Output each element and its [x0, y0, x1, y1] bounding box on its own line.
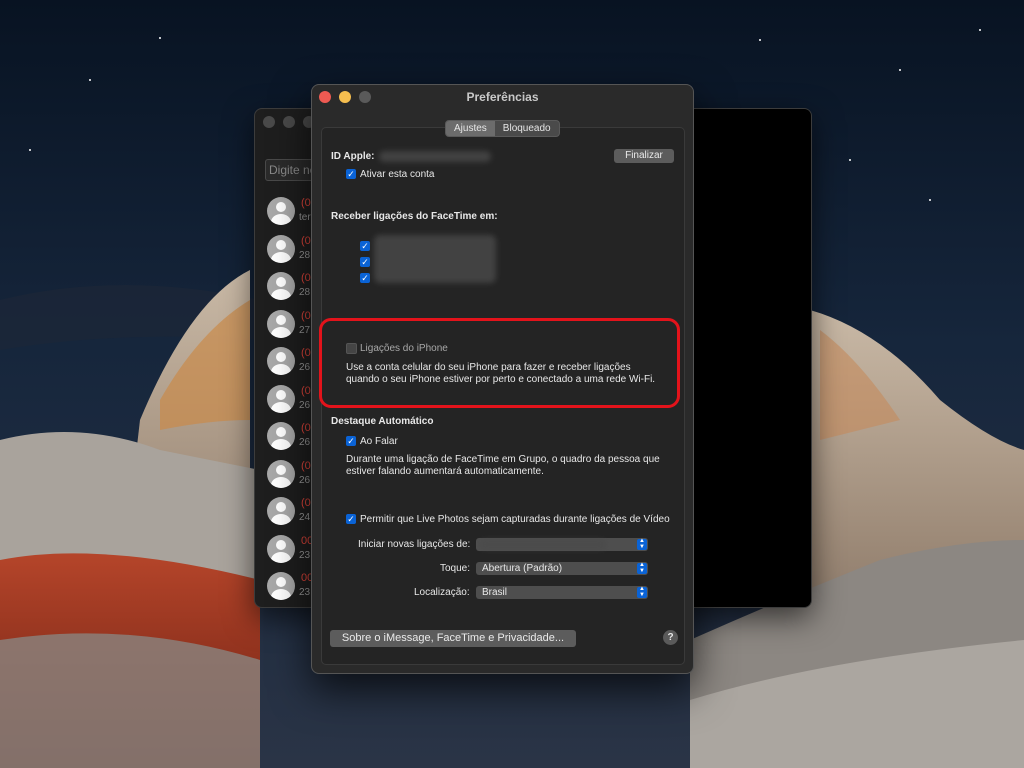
avatar: [267, 197, 295, 225]
contact-number: (0: [301, 347, 311, 359]
contact-number: (0: [301, 197, 311, 209]
speaking-description-line-1: Durante uma ligação de FaceTime em Grupo…: [346, 454, 660, 465]
receive-calls-label: Receber ligações do FaceTime em:: [331, 211, 498, 222]
avatar: [267, 459, 295, 488]
contact-date: 26: [299, 399, 311, 411]
address-checkbox-2[interactable]: ✓: [360, 257, 370, 267]
chevron-up-down-icon: ▲ ▼: [637, 586, 647, 598]
tab-settings[interactable]: Ajustes: [446, 121, 495, 136]
speaking-description-line-2: estiver falando aumentará automaticament…: [346, 466, 544, 477]
privacy-info-button[interactable]: Sobre o iMessage, FaceTime e Privacidade…: [330, 630, 576, 647]
avatar: [267, 384, 295, 413]
window-title: Preferências: [466, 90, 539, 104]
contact-date: 24: [299, 512, 311, 523]
address-checkbox-3[interactable]: ✓: [360, 273, 370, 283]
contact-number: (0: [301, 497, 311, 509]
apple-id-label: ID Apple:: [331, 151, 375, 162]
list-item[interactable]: (0 28: [255, 268, 315, 306]
chevron-up-down-icon: ▲ ▼: [637, 562, 647, 574]
chevron-up-down-icon: ▲ ▼: [637, 538, 647, 550]
contact-date: 23: [299, 587, 311, 598]
auto-prominence-label: Destaque Automático: [331, 416, 434, 427]
tab-bar: Ajustes Bloqueado: [445, 120, 560, 137]
avatar: [267, 422, 295, 450]
contact-number: (0: [301, 459, 311, 472]
list-item[interactable]: (0 26: [255, 418, 315, 456]
contact-date: 26: [299, 474, 311, 486]
location-select[interactable]: Brasil ▲ ▼: [476, 586, 648, 599]
contact-number: (0: [301, 384, 311, 397]
address-checkbox-1[interactable]: ✓: [360, 241, 370, 251]
contact-number: (0: [301, 309, 311, 322]
close-icon[interactable]: [263, 116, 275, 128]
enable-account-label: Ativar esta conta: [360, 169, 435, 180]
apple-id-redacted: [379, 151, 491, 162]
speaking-checkbox[interactable]: ✓: [346, 436, 356, 446]
avatar: [267, 272, 295, 300]
ringtone-label: Toque:: [440, 563, 471, 574]
ringtone-select[interactable]: Abertura (Padrão) ▲ ▼: [476, 562, 648, 575]
list-item[interactable]: (0 27: [255, 306, 315, 344]
facetime-window-controls: [263, 116, 315, 128]
minimize-icon[interactable]: [283, 116, 295, 128]
location-label: Localização:: [414, 587, 470, 598]
list-item[interactable]: 00 23: [255, 531, 315, 569]
start-calls-select[interactable]: ▲ ▼: [476, 538, 648, 551]
avatar: [267, 534, 295, 563]
tab-blocked[interactable]: Bloqueado: [495, 121, 559, 136]
list-item[interactable]: (0 24: [255, 493, 315, 531]
avatar: [267, 347, 295, 375]
list-item[interactable]: (0 ter: [255, 193, 315, 231]
contact-number: (0: [301, 272, 311, 284]
contact-date: 28: [299, 249, 311, 261]
avatar: [267, 234, 295, 263]
location-value: Brasil: [482, 587, 508, 598]
annotation-highlight: [319, 318, 680, 408]
enable-account-checkbox[interactable]: ✓: [346, 169, 356, 179]
contact-date: 26: [299, 362, 311, 373]
sign-out-button[interactable]: Finalizar: [614, 149, 674, 163]
title-bar: Preferências: [312, 85, 693, 107]
help-button[interactable]: ?: [663, 630, 678, 645]
avatar: [267, 572, 295, 600]
video-pane: [691, 109, 811, 607]
list-item[interactable]: (0 26: [255, 343, 315, 381]
contact-date: ter: [299, 212, 311, 223]
contact-date: 27: [299, 324, 311, 336]
contact-number: (0: [301, 422, 311, 434]
list-item[interactable]: (0 26: [255, 381, 315, 419]
avatar: [267, 309, 295, 338]
live-photos-label: Permitir que Live Photos sejam capturada…: [360, 514, 670, 525]
ringtone-value: Abertura (Padrão): [482, 563, 563, 574]
list-item[interactable]: 00 23: [255, 568, 315, 606]
start-calls-value-redacted: [480, 540, 606, 549]
contact-date: 28: [299, 287, 311, 298]
contact-number: (0: [301, 234, 311, 247]
recent-calls-list: (0 ter (0 28 (0 28 (0 27 (0 26 (0 26 (0 26 (0 26 (0 24 00 2…: [255, 193, 315, 606]
live-photos-checkbox[interactable]: ✓: [346, 514, 356, 524]
addresses-redacted: [374, 235, 496, 283]
list-item[interactable]: (0 26: [255, 456, 315, 494]
speaking-label: Ao Falar: [360, 436, 398, 447]
avatar: [267, 497, 295, 525]
start-calls-label: Iniciar novas ligações de:: [358, 539, 471, 550]
contact-date: 26: [299, 437, 311, 448]
contact-date: 23: [299, 549, 311, 561]
list-item[interactable]: (0 28: [255, 231, 315, 269]
